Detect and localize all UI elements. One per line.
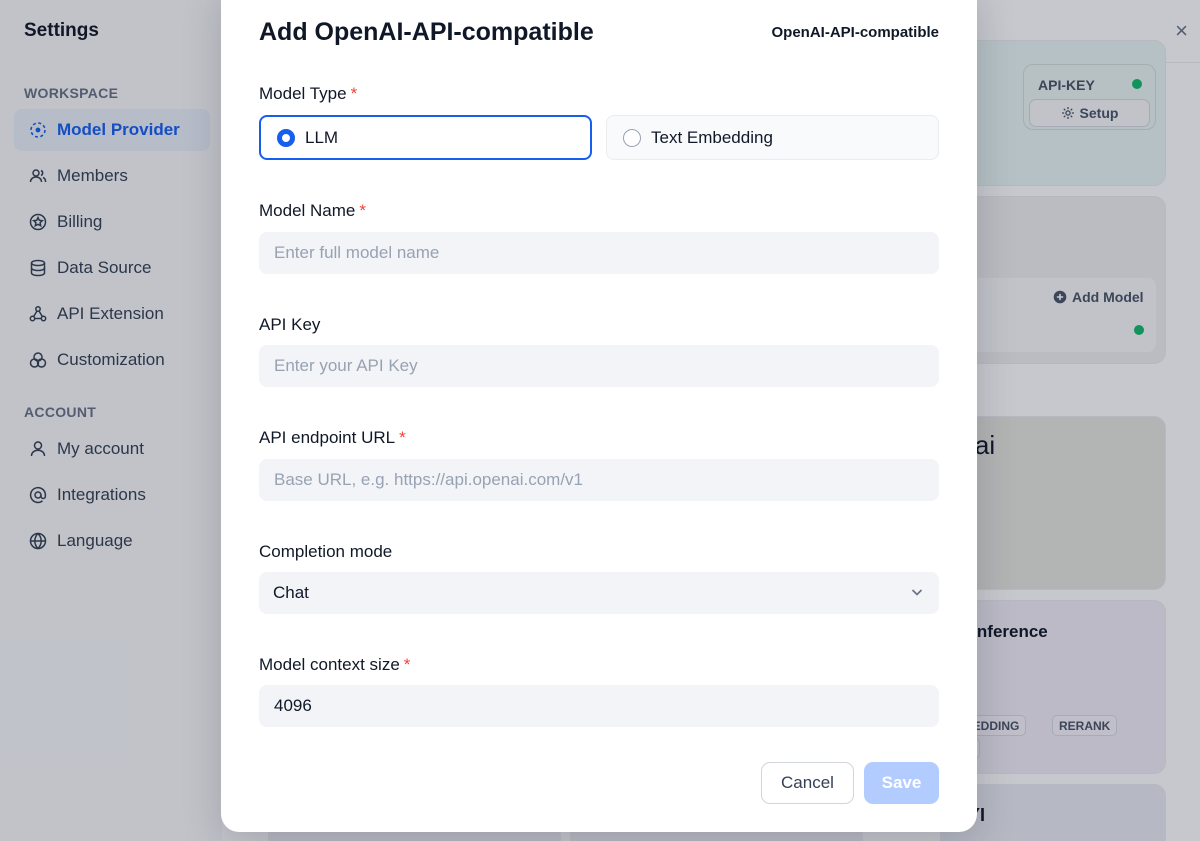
option-label: LLM (305, 127, 339, 147)
endpoint-url-label: API endpoint URL * (259, 428, 406, 447)
required-mark: * (403, 655, 411, 674)
completion-mode-label: Completion mode (259, 542, 393, 561)
required-mark: * (399, 428, 406, 447)
completion-mode-select[interactable]: Chat (259, 572, 939, 614)
model-type-label: Model Type * (259, 84, 358, 103)
api-key-input[interactable] (259, 345, 939, 387)
option-label: Text Embedding (651, 127, 773, 147)
provider-name-badge: OpenAI-API-compatible (771, 24, 939, 41)
endpoint-url-input[interactable] (259, 459, 939, 501)
cancel-button[interactable]: Cancel (761, 762, 854, 804)
api-key-label: API Key (259, 315, 321, 334)
model-type-option-llm[interactable]: LLM (259, 115, 592, 160)
model-name-input[interactable] (259, 232, 939, 274)
save-button[interactable]: Save (864, 762, 939, 804)
dialog-title: Add OpenAI-API-compatible (259, 18, 594, 46)
chevron-down-icon (911, 589, 923, 596)
radio-selected-icon (277, 128, 295, 147)
context-size-input[interactable] (259, 685, 939, 727)
add-model-dialog: Add OpenAI-API-compatible OpenAI-API-com… (221, 0, 977, 832)
model-type-option-text-embedding[interactable]: Text Embedding (606, 115, 939, 160)
required-mark: * (359, 201, 366, 220)
required-mark: * (350, 84, 358, 103)
context-size-label: Model context size * (259, 655, 411, 674)
radio-unselected-icon (623, 128, 641, 147)
model-name-label: Model Name * (259, 201, 366, 220)
completion-mode-value: Chat (273, 583, 309, 602)
